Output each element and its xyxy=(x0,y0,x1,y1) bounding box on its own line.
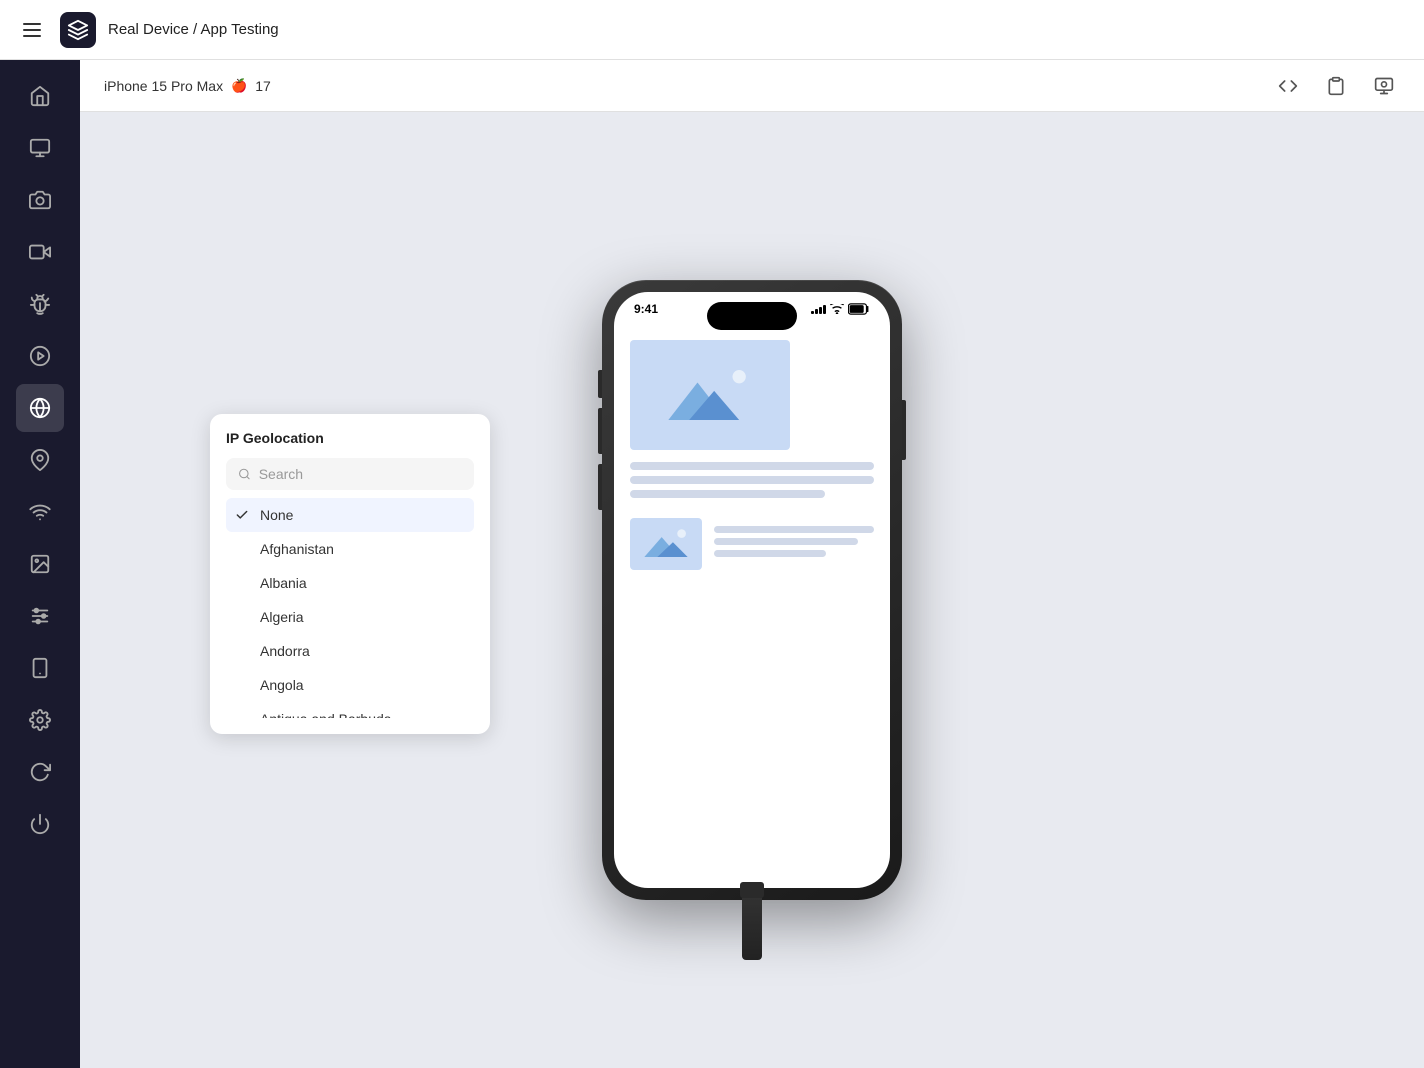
os-version: 17 xyxy=(255,78,271,94)
phone-screen[interactable]: 9:41 xyxy=(614,292,890,888)
geo-panel: IP Geolocation None xyxy=(210,414,490,734)
card-line-2 xyxy=(714,538,858,545)
app-title: Real Device / App Testing xyxy=(108,21,279,38)
sidebar-item-settings-sliders[interactable] xyxy=(16,592,64,640)
phone-card-lines xyxy=(714,526,874,562)
sidebar-item-bug[interactable] xyxy=(16,280,64,328)
geo-item-none[interactable]: None xyxy=(226,498,474,532)
geo-item-afghanistan-label: Afghanistan xyxy=(260,541,334,557)
sidebar-item-power[interactable] xyxy=(16,800,64,848)
device-name: iPhone 15 Pro Max xyxy=(104,78,223,94)
sidebar-item-camera[interactable] xyxy=(16,176,64,224)
phone-image-large xyxy=(630,340,790,450)
phone-button-silent xyxy=(598,370,602,398)
content-header: iPhone 15 Pro Max 🍎 17 xyxy=(80,60,1424,112)
usb-connector xyxy=(740,882,764,898)
signal-bar-2 xyxy=(815,309,818,314)
mountain-svg xyxy=(660,360,760,430)
geo-item-andorra[interactable]: Andorra xyxy=(226,634,474,668)
text-line-3 xyxy=(630,490,825,498)
phone-time: 9:41 xyxy=(634,302,658,316)
sidebar-item-play[interactable] xyxy=(16,332,64,380)
main-layout: iPhone 15 Pro Max 🍎 17 xyxy=(0,60,1424,1068)
card-line-3 xyxy=(714,550,826,557)
sidebar-item-location[interactable] xyxy=(16,436,64,484)
check-icon xyxy=(234,507,250,523)
sidebar-item-gallery[interactable] xyxy=(16,540,64,588)
status-icons xyxy=(811,303,870,315)
top-bar: Real Device / App Testing xyxy=(0,0,1424,60)
phone-button-volume-up xyxy=(598,408,602,454)
signal-bar-1 xyxy=(811,311,814,314)
card-line-1 xyxy=(714,526,874,533)
geo-search-input[interactable] xyxy=(259,466,462,482)
phone-text-lines xyxy=(630,462,874,498)
geo-item-albania[interactable]: Albania xyxy=(226,566,474,600)
text-line-1 xyxy=(630,462,874,470)
dynamic-island xyxy=(707,302,797,330)
geo-item-none-label: None xyxy=(260,507,293,523)
geo-item-afghanistan[interactable]: Afghanistan xyxy=(226,532,474,566)
apple-icon: 🍎 xyxy=(231,78,247,94)
geo-item-antigua-label: Antigua and Barbuda xyxy=(260,711,392,718)
usb-cable xyxy=(742,890,762,960)
phone-app-content xyxy=(614,324,890,586)
phone-container: IP Geolocation None xyxy=(80,112,1424,1068)
content-area: iPhone 15 Pro Max 🍎 17 xyxy=(80,60,1424,1068)
wifi-icon xyxy=(830,304,844,314)
signal-bars xyxy=(811,304,826,314)
sidebar-item-network[interactable] xyxy=(16,488,64,536)
clipboard-button[interactable] xyxy=(1320,70,1352,102)
signal-bar-3 xyxy=(819,307,822,314)
phone-button-volume-down xyxy=(598,464,602,510)
phone-mockup: 9:41 xyxy=(602,280,902,900)
header-actions xyxy=(1272,70,1400,102)
geo-item-albania-label: Albania xyxy=(260,575,307,591)
geo-item-angola[interactable]: Angola xyxy=(226,668,474,702)
geo-item-algeria[interactable]: Algeria xyxy=(226,600,474,634)
phone-card-row xyxy=(630,518,874,570)
sidebar-item-refresh[interactable] xyxy=(16,748,64,796)
card-mountain-svg xyxy=(640,525,692,563)
phone-image-small xyxy=(630,518,702,570)
search-icon xyxy=(238,467,251,481)
sidebar-item-video[interactable] xyxy=(16,228,64,276)
inspect-button[interactable] xyxy=(1368,70,1400,102)
geo-search-container xyxy=(226,458,474,490)
sidebar-item-home[interactable] xyxy=(16,72,64,120)
code-button[interactable] xyxy=(1272,70,1304,102)
device-info: iPhone 15 Pro Max 🍎 17 xyxy=(104,78,271,94)
phone-outer: 9:41 xyxy=(602,280,902,900)
app-logo xyxy=(60,12,96,48)
phone-button-power xyxy=(902,400,906,460)
geo-list: None Afghanistan Albania A xyxy=(226,498,474,718)
menu-button[interactable] xyxy=(16,14,48,46)
geo-panel-title: IP Geolocation xyxy=(226,430,474,446)
geo-item-angola-label: Angola xyxy=(260,677,304,693)
signal-bar-4 xyxy=(823,305,826,314)
geo-item-antigua[interactable]: Antigua and Barbuda xyxy=(226,702,474,718)
sidebar-item-device[interactable] xyxy=(16,644,64,692)
sidebar-item-display[interactable] xyxy=(16,124,64,172)
sidebar-item-settings[interactable] xyxy=(16,696,64,744)
sidebar-item-globe[interactable] xyxy=(16,384,64,432)
text-line-2 xyxy=(630,476,874,484)
geo-item-algeria-label: Algeria xyxy=(260,609,304,625)
geo-item-andorra-label: Andorra xyxy=(260,643,310,659)
battery-icon xyxy=(848,303,870,315)
sidebar xyxy=(0,60,80,1068)
